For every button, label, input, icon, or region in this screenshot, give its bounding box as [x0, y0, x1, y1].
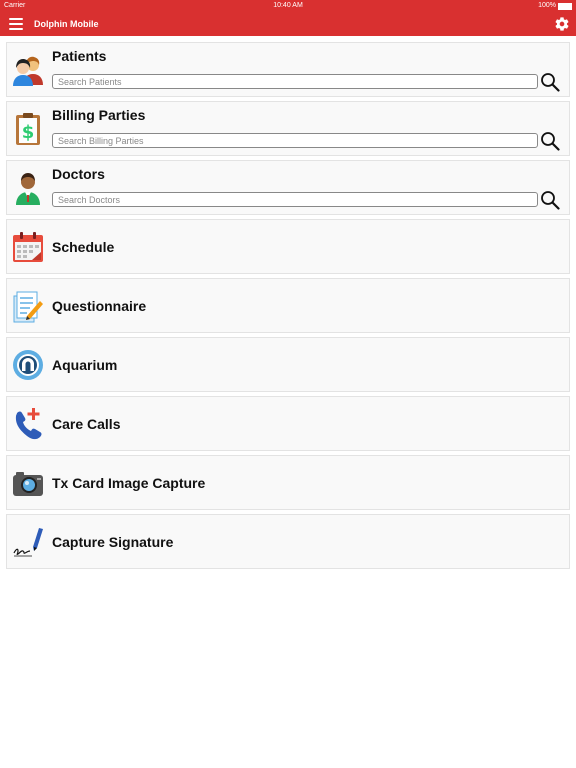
- tx-card-image-capture-label: Tx Card Image Capture: [52, 475, 206, 491]
- billing-icon: $: [16, 113, 40, 145]
- billing-parties-label: Billing Parties: [52, 107, 146, 123]
- aquarium-label: Aquarium: [52, 357, 118, 373]
- search-patients-input[interactable]: [52, 74, 538, 89]
- questionnaire-label: Questionnaire: [52, 298, 147, 314]
- phone-plus-icon: [15, 408, 42, 440]
- patients-label: Patients: [52, 48, 107, 64]
- aquarium-card[interactable]: Aquarium: [6, 337, 570, 392]
- calendar-icon: [13, 232, 43, 262]
- patients-icon: [13, 56, 43, 86]
- battery-percent: 100%: [538, 2, 556, 9]
- pen-signature-icon: [13, 528, 43, 557]
- aquarium-icon: [13, 350, 43, 380]
- schedule-card[interactable]: Schedule: [6, 219, 570, 274]
- app-title: Dolphin Mobile: [34, 19, 99, 29]
- doctor-icon: [16, 173, 40, 205]
- search-icon[interactable]: [540, 190, 560, 210]
- doctors-label: Doctors: [52, 166, 105, 182]
- care-calls-label: Care Calls: [52, 416, 121, 432]
- search-doctors-input[interactable]: [52, 192, 538, 207]
- doctors-card[interactable]: Doctors: [6, 160, 570, 215]
- billing-parties-card[interactable]: $ Billing Parties: [6, 101, 570, 156]
- home-menu-list: Patients $ Billing Parties Doctors: [6, 42, 570, 573]
- search-billing-parties-input[interactable]: [52, 133, 538, 148]
- search-icon[interactable]: [540, 72, 560, 92]
- nav-bar: Dolphin Mobile: [0, 12, 576, 36]
- questionnaire-icon: [13, 291, 43, 323]
- tx-card-image-capture-card[interactable]: Tx Card Image Capture: [6, 455, 570, 510]
- clock: 10:40 AM: [273, 2, 303, 9]
- capture-signature-label: Capture Signature: [52, 534, 174, 550]
- camera-icon: [13, 472, 43, 496]
- gear-icon[interactable]: [554, 16, 570, 32]
- status-bar: Carrier 10:40 AM 100%: [0, 0, 576, 12]
- battery-indicator: 100%: [538, 0, 572, 12]
- hamburger-menu-icon[interactable]: [9, 18, 23, 30]
- schedule-label: Schedule: [52, 239, 115, 255]
- battery-icon: [558, 2, 572, 10]
- capture-signature-card[interactable]: Capture Signature: [6, 514, 570, 569]
- svg-text:$: $: [22, 122, 35, 143]
- search-icon[interactable]: [540, 131, 560, 151]
- questionnaire-card[interactable]: Questionnaire: [6, 278, 570, 333]
- patients-card[interactable]: Patients: [6, 42, 570, 97]
- care-calls-card[interactable]: Care Calls: [6, 396, 570, 451]
